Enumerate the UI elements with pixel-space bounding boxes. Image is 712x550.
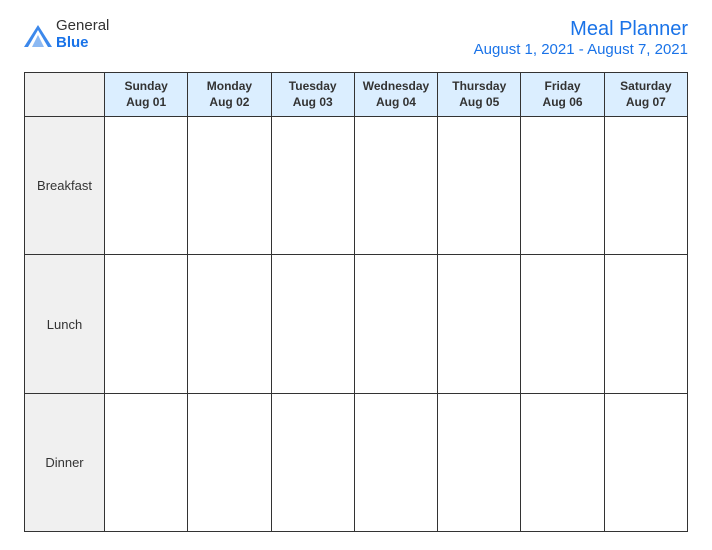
header: GeneralBlue Meal Planner August 1, 2021 … (24, 18, 688, 58)
cell-0-3[interactable] (354, 117, 437, 255)
cell-1-3[interactable] (354, 255, 437, 393)
logo-icon (24, 25, 52, 47)
page: GeneralBlue Meal Planner August 1, 2021 … (0, 0, 712, 550)
header-day-0: SundayAug 01 (105, 73, 188, 117)
meal-label-2: Dinner (25, 393, 105, 531)
cell-0-5[interactable] (521, 117, 604, 255)
header-day-5: FridayAug 06 (521, 73, 604, 117)
cell-1-4[interactable] (438, 255, 521, 393)
cell-0-4[interactable] (438, 117, 521, 255)
header-day-2: TuesdayAug 03 (271, 73, 354, 117)
table-header: SundayAug 01MondayAug 02TuesdayAug 03Wed… (25, 73, 688, 117)
header-day-6: SaturdayAug 07 (604, 73, 687, 117)
meal-row-1: Lunch (25, 255, 688, 393)
corner-cell (25, 73, 105, 117)
cell-0-6[interactable] (604, 117, 687, 255)
cell-0-2[interactable] (271, 117, 354, 255)
cell-1-5[interactable] (521, 255, 604, 393)
cell-2-2[interactable] (271, 393, 354, 531)
title-block: Meal Planner August 1, 2021 - August 7, … (474, 18, 688, 58)
cell-2-0[interactable] (105, 393, 188, 531)
main-title: Meal Planner (474, 18, 688, 41)
logo: GeneralBlue (24, 18, 109, 51)
cell-0-1[interactable] (188, 117, 271, 255)
header-day-1: MondayAug 02 (188, 73, 271, 117)
cell-1-1[interactable] (188, 255, 271, 393)
logo-text: GeneralBlue (56, 18, 109, 51)
meal-row-0: Breakfast (25, 117, 688, 255)
header-row: SundayAug 01MondayAug 02TuesdayAug 03Wed… (25, 73, 688, 117)
cell-2-1[interactable] (188, 393, 271, 531)
cell-2-5[interactable] (521, 393, 604, 531)
cell-2-3[interactable] (354, 393, 437, 531)
cell-1-2[interactable] (271, 255, 354, 393)
meal-label-0: Breakfast (25, 117, 105, 255)
cell-2-6[interactable] (604, 393, 687, 531)
header-day-3: WednesdayAug 04 (354, 73, 437, 117)
cell-2-4[interactable] (438, 393, 521, 531)
planner-table: SundayAug 01MondayAug 02TuesdayAug 03Wed… (24, 72, 688, 532)
date-range: August 1, 2021 - August 7, 2021 (474, 41, 688, 58)
cell-1-6[interactable] (604, 255, 687, 393)
cell-0-0[interactable] (105, 117, 188, 255)
meal-row-2: Dinner (25, 393, 688, 531)
header-day-4: ThursdayAug 05 (438, 73, 521, 117)
meal-label-1: Lunch (25, 255, 105, 393)
cell-1-0[interactable] (105, 255, 188, 393)
table-body: BreakfastLunchDinner (25, 117, 688, 532)
